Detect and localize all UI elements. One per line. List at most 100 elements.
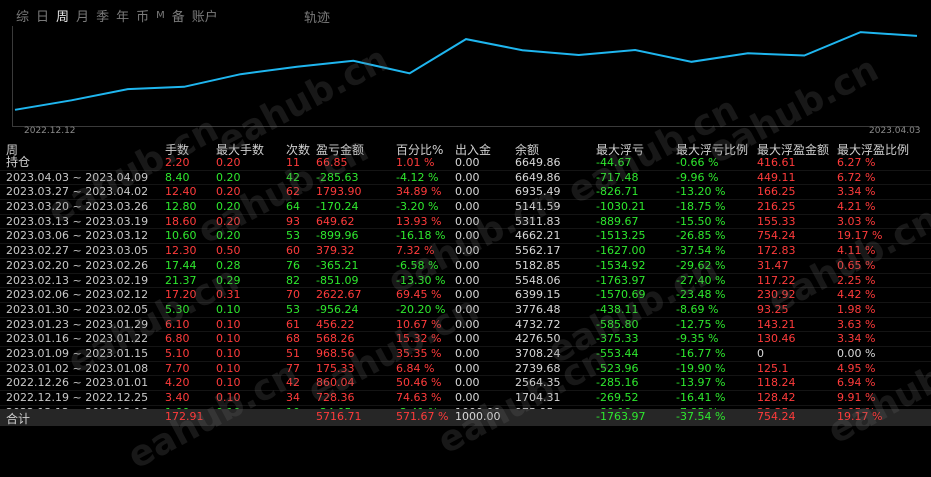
cell-max-floating-profit: 416.61 bbox=[757, 156, 796, 169]
cell-period: 2023.01.09 ~ 2023.01.15 bbox=[6, 346, 149, 360]
table-row[interactable]: 2022.12.26 ~ 2023.01.01 4.20 0.10 42 860.04 5… bbox=[0, 376, 931, 391]
total-max-floating-profit-pct: 19.17 % bbox=[837, 410, 883, 423]
cell-period: 2023.03.13 ~ 2023.03.19 bbox=[6, 214, 149, 228]
cell-pnl: 568.26 bbox=[316, 332, 355, 346]
cell-max-lots: 0.20 bbox=[216, 229, 241, 243]
cell-max-lots: 0.50 bbox=[216, 244, 241, 258]
cell-count: 53 bbox=[286, 302, 300, 316]
cell-lots: 6.10 bbox=[165, 317, 190, 331]
cell-max-lots: 0.20 bbox=[216, 214, 241, 228]
tab-2[interactable]: 周 bbox=[56, 6, 69, 25]
cell-count: 76 bbox=[286, 258, 300, 272]
cell-percent: 15.32 % bbox=[396, 332, 442, 346]
cell-count: 60 bbox=[286, 244, 300, 258]
cell-percent: 69.45 % bbox=[396, 288, 442, 302]
cell-count: 42 bbox=[286, 376, 300, 390]
table-row[interactable]: 2023.02.20 ~ 2023.02.26 17.44 0.28 76 -365.2… bbox=[0, 259, 931, 274]
cell-count: 70 bbox=[286, 288, 300, 302]
cell-max-drawdown: -1570.69 bbox=[596, 288, 646, 302]
cell-pnl: 66.85 bbox=[316, 156, 348, 169]
cell-max-floating-profit: 155.33 bbox=[757, 214, 796, 228]
tab-3[interactable]: 月 bbox=[76, 6, 89, 25]
table-row[interactable]: 2023.02.13 ~ 2023.02.19 21.37 0.29 82 -851.0… bbox=[0, 274, 931, 289]
cell-lots: 12.80 bbox=[165, 200, 197, 214]
tab-5[interactable]: 年 bbox=[116, 6, 129, 25]
track-label: 轨迹 bbox=[304, 11, 331, 26]
cell-max-drawdown: -44.67 bbox=[596, 156, 632, 169]
table-row[interactable]: 2023.03.27 ~ 2023.04.02 12.40 0.20 62 1793.9… bbox=[0, 185, 931, 201]
cell-pnl: 175.33 bbox=[316, 361, 355, 375]
table-row[interactable]: 2023.01.16 ~ 2023.01.22 6.80 0.10 68 568.26 1… bbox=[0, 332, 931, 347]
cell-max-floating-profit: 754.24 bbox=[757, 229, 796, 243]
cell-max-drawdown-pct: -26.85 % bbox=[676, 229, 726, 243]
cell-count: 11 bbox=[286, 156, 300, 169]
tab-4[interactable]: 季 bbox=[96, 6, 109, 25]
table-row[interactable]: 2022.12.19 ~ 2022.12.25 3.40 0.10 34 728.36 7… bbox=[0, 391, 931, 406]
total-pnl: 5716.71 bbox=[316, 410, 362, 423]
cell-percent: 1.01 % bbox=[396, 156, 435, 169]
cell-pnl: -956.24 bbox=[316, 302, 359, 316]
total-lots: 172.91 bbox=[165, 410, 204, 423]
equity-line-svg bbox=[14, 31, 918, 111]
table-row[interactable]: 2023.03.20 ~ 2023.03.26 12.80 0.20 64 -170.2… bbox=[0, 200, 931, 215]
table-row[interactable]: 2023.01.09 ~ 2023.01.15 5.10 0.10 51 968.56 3… bbox=[0, 347, 931, 362]
cell-max-floating-profit-pct: 3.34 % bbox=[837, 332, 876, 346]
holding-row[interactable]: 持仓 2.20 0.20 11 66.85 1.01 % 0.00 6649.86 -44.67… bbox=[0, 155, 931, 171]
cell-max-drawdown-pct: -27.40 % bbox=[676, 273, 726, 287]
cell-max-drawdown: -889.67 bbox=[596, 214, 639, 228]
table-row[interactable]: 2023.04.03 ~ 2023.04.09 8.40 0.20 42 -285.63… bbox=[0, 171, 931, 186]
cell-max-floating-profit: 118.24 bbox=[757, 376, 796, 390]
cell-max-floating-profit-pct: 4.11 % bbox=[837, 244, 876, 258]
cell-lots: 8.40 bbox=[165, 170, 190, 184]
cell-deposit: 0.00 bbox=[455, 258, 480, 272]
cell-max-lots: 0.10 bbox=[216, 361, 241, 375]
table-row[interactable]: 2023.02.27 ~ 2023.03.05 12.30 0.50 60 379.32… bbox=[0, 244, 931, 259]
cell-percent: -16.18 % bbox=[396, 229, 446, 243]
tab-0[interactable]: 综 bbox=[16, 6, 29, 25]
table-row[interactable]: 2023.03.13 ~ 2023.03.19 18.60 0.20 93 649.62… bbox=[0, 215, 931, 230]
tab-6[interactable]: 币 bbox=[136, 6, 149, 25]
cell-max-drawdown-pct: -12.75 % bbox=[676, 317, 726, 331]
cell-pnl: 860.04 bbox=[316, 376, 355, 390]
cell-deposit: 0.00 bbox=[455, 185, 480, 199]
cell-pnl: -899.96 bbox=[316, 229, 359, 243]
cell-percent: -3.20 % bbox=[396, 200, 439, 214]
cell-percent: 34.89 % bbox=[396, 185, 442, 199]
table-row[interactable]: 2023.01.30 ~ 2023.02.05 5.30 0.10 53 -956.24… bbox=[0, 303, 931, 318]
cell-max-floating-profit: 449.11 bbox=[757, 170, 796, 184]
cell-count: 61 bbox=[286, 317, 300, 331]
cell-percent: 6.84 % bbox=[396, 361, 435, 375]
cell-max-lots: 0.10 bbox=[216, 317, 241, 331]
cell-max-lots: 0.10 bbox=[216, 302, 241, 316]
table-row[interactable]: 2023.01.23 ~ 2023.01.29 6.10 0.10 61 456.22 1… bbox=[0, 318, 931, 333]
cell-deposit: 0.00 bbox=[455, 361, 480, 375]
cell-max-drawdown-pct: -13.97 % bbox=[676, 376, 726, 390]
cell-lots: 17.44 bbox=[165, 258, 197, 272]
cell-max-lots: 0.29 bbox=[216, 273, 241, 287]
cell-period: 2023.01.02 ~ 2023.01.08 bbox=[6, 361, 149, 375]
tab-7[interactable]: M bbox=[156, 10, 165, 21]
cell-period: 2023.02.06 ~ 2023.02.12 bbox=[6, 288, 149, 302]
cell-balance: 6649.86 bbox=[515, 170, 561, 184]
tab-8[interactable]: 备 bbox=[172, 6, 185, 25]
cell-lots: 17.20 bbox=[165, 288, 197, 302]
cell-balance: 6649.86 bbox=[515, 156, 561, 169]
cell-count: 53 bbox=[286, 229, 300, 243]
cell-balance: 6935.49 bbox=[515, 185, 561, 199]
cell-max-floating-profit: 0 bbox=[757, 346, 764, 360]
table-row[interactable]: 2023.03.06 ~ 2023.03.12 10.60 0.20 53 -899.9… bbox=[0, 229, 931, 245]
cell-deposit: 0.00 bbox=[455, 170, 480, 184]
tab-1[interactable]: 日 bbox=[36, 6, 49, 25]
tab-9[interactable]: 账户 bbox=[192, 6, 218, 25]
cell-pnl: 379.32 bbox=[316, 244, 355, 258]
cell-pnl: -365.21 bbox=[316, 258, 359, 272]
table-row[interactable]: 2023.01.02 ~ 2023.01.08 7.70 0.10 77 175.33 6… bbox=[0, 362, 931, 377]
cell-percent: 10.67 % bbox=[396, 317, 442, 331]
cell-balance: 5141.59 bbox=[515, 200, 561, 214]
table-row[interactable]: 2023.02.06 ~ 2023.02.12 17.20 0.31 70 2622.6… bbox=[0, 288, 931, 303]
cell-max-floating-profit: 93.25 bbox=[757, 302, 789, 316]
cell-max-floating-profit-pct: 0.65 % bbox=[837, 258, 876, 272]
cell-max-floating-profit-pct: 2.25 % bbox=[837, 273, 876, 287]
cell-max-drawdown: -1534.92 bbox=[596, 258, 646, 272]
cell-balance: 4732.72 bbox=[515, 317, 561, 331]
